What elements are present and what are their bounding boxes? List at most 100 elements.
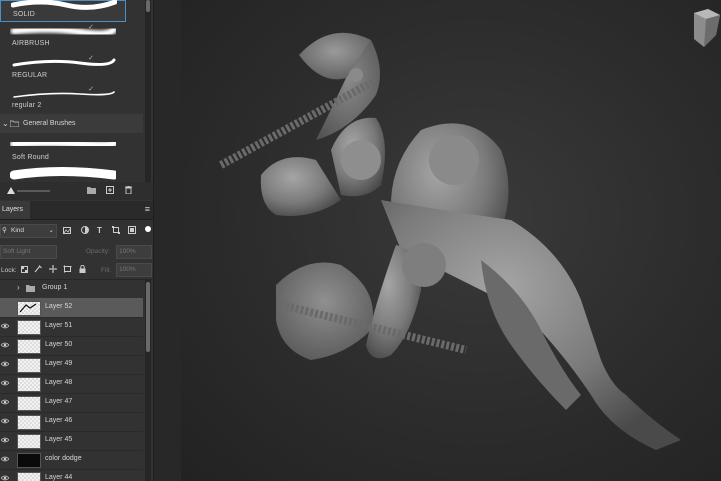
brush-group-label: General Brushes [23,120,76,127]
layer-thumbnail [17,320,41,335]
fill-field[interactable]: 100% [116,263,152,277]
layer-name: Layer 49 [45,360,73,367]
tab-layers[interactable]: Layers [0,201,30,219]
lock-all-icon[interactable] [79,265,86,273]
filter-kind-label: Kind [11,227,25,234]
layer-name: Layer 48 [45,379,73,386]
layer-thumbnail [17,472,41,481]
layer-group-row[interactable]: › Group 1 [0,279,143,299]
visibility-eye-icon[interactable] [1,455,9,463]
brush-preset-airbrush[interactable]: ✓ AIRBRUSH [0,21,124,51]
visibility-eye-icon[interactable] [1,360,9,368]
chevron-right-icon[interactable]: › [17,283,20,292]
layer-name: Layer 52 [45,303,73,310]
brush-name: REGULAR [12,72,48,79]
layer-row[interactable]: color dodge [0,450,143,470]
group-name: Group 1 [42,284,68,291]
layer-row[interactable]: Layer 44 [0,469,143,481]
visibility-eye-icon[interactable] [1,474,9,481]
brush-name: SOLID [13,11,36,18]
brush-edit-icon[interactable]: ✓ [88,54,94,62]
lock-artboard-icon[interactable] [63,265,72,273]
layer-row[interactable]: Layer 50 [0,336,143,356]
brush-preset-soft-round[interactable]: Soft Round [0,134,124,164]
brush-stroke-preview [10,25,116,38]
layer-row[interactable]: Layer 47 [0,393,143,413]
brush-name: regular 2 [12,102,42,109]
layer-thumbnail [17,415,41,430]
filter-pixel-icon[interactable] [63,227,71,234]
folder-icon [26,285,35,292]
brush-edit-icon[interactable]: ✓ [88,85,94,93]
brush-group-general[interactable]: ⌄ General Brushes [0,114,143,133]
layer-row[interactable]: Layer 49 [0,355,143,375]
fill-value: 100% [119,266,136,273]
blend-mode-row: Soft Light Opacity: 100% [0,242,153,262]
lock-image-icon[interactable] [34,265,42,273]
layer-name: Layer 50 [45,341,73,348]
layer-thumbnail [17,377,41,392]
panel-menu-icon[interactable]: ≡ [145,204,150,214]
lock-row: Lock: Fill: 100% [0,262,153,280]
brush-stroke-preview [10,138,116,150]
chevron-down-icon: ⌄ [48,227,54,234]
brush-scrollbar[interactable] [145,0,151,182]
blend-mode-value: Soft Light [3,248,31,255]
visibility-eye-icon[interactable] [1,322,9,330]
filter-shape-icon[interactable] [112,226,120,234]
chevron-down-icon[interactable]: ⌄ [2,119,9,128]
layer-row[interactable]: Layer 46 [0,412,143,432]
new-brush-icon[interactable] [106,186,114,194]
layer-thumbnail [17,453,41,468]
filter-smart-object-icon[interactable] [128,226,136,234]
brush-name: Soft Round [12,154,50,161]
lock-position-icon[interactable] [49,265,57,273]
lock-label: Lock: [1,267,17,274]
fill-label: Fill: [101,267,112,274]
brush-edit-icon[interactable]: ✓ [88,23,94,31]
brush-stroke-preview [12,58,116,67]
layer-row[interactable]: Layer 45 [0,431,143,451]
lock-transparent-icon[interactable] [21,266,28,273]
opacity-label: Opacity: [86,248,110,255]
layers-scrollbar-thumb[interactable] [146,282,150,352]
layer-row[interactable]: Layer 52 [0,298,143,318]
layer-row[interactable]: Layer 51 [0,317,143,337]
brush-preset-solid[interactable]: SOLID [0,0,126,22]
layer-name: color dodge [45,455,82,462]
panel-divider[interactable] [153,0,182,481]
brush-panel-footer [0,182,153,200]
search-icon: ⚲ [2,227,7,234]
new-group-icon[interactable] [87,186,96,194]
layer-thumbnail [17,434,41,449]
trash-icon[interactable] [125,186,132,194]
layer-name: Layer 46 [45,417,73,424]
visibility-eye-icon[interactable] [1,417,9,425]
layer-row[interactable]: Layer 48 [0,374,143,394]
brush-preset-partial[interactable] [0,165,124,181]
sculpt-render [219,9,720,450]
view-cube-icon[interactable] [694,9,720,47]
brush-preset-regular-2[interactable]: ✓ regular 2 [0,83,124,113]
blend-mode-select[interactable]: Soft Light [0,245,57,259]
size-small-icon[interactable] [7,187,15,194]
filter-adjustment-icon[interactable] [81,226,89,234]
viewport-canvas[interactable] [181,0,721,481]
layer-filter-row: ⚲ Kind ⌄ T [0,222,153,242]
opacity-field[interactable]: 100% [116,245,152,259]
filter-kind-select[interactable]: ⚲ Kind ⌄ [0,224,57,238]
visibility-eye-icon[interactable] [1,398,9,406]
brush-preset-regular[interactable]: ✓ REGULAR [0,52,124,82]
filter-type-icon[interactable]: T [97,226,102,235]
visibility-eye-icon[interactable] [1,341,9,349]
brush-name: AIRBRUSH [12,40,50,47]
visibility-eye-icon[interactable] [1,436,9,444]
filter-toggle[interactable] [145,226,151,232]
brush-scrollbar-thumb[interactable] [146,0,150,12]
visibility-eye-icon[interactable] [1,379,9,387]
size-slider[interactable] [17,190,50,192]
folder-icon [10,120,19,127]
brush-stroke-preview [13,91,115,98]
layer-thumbnail [17,301,41,316]
layer-name: Layer 47 [45,398,73,405]
